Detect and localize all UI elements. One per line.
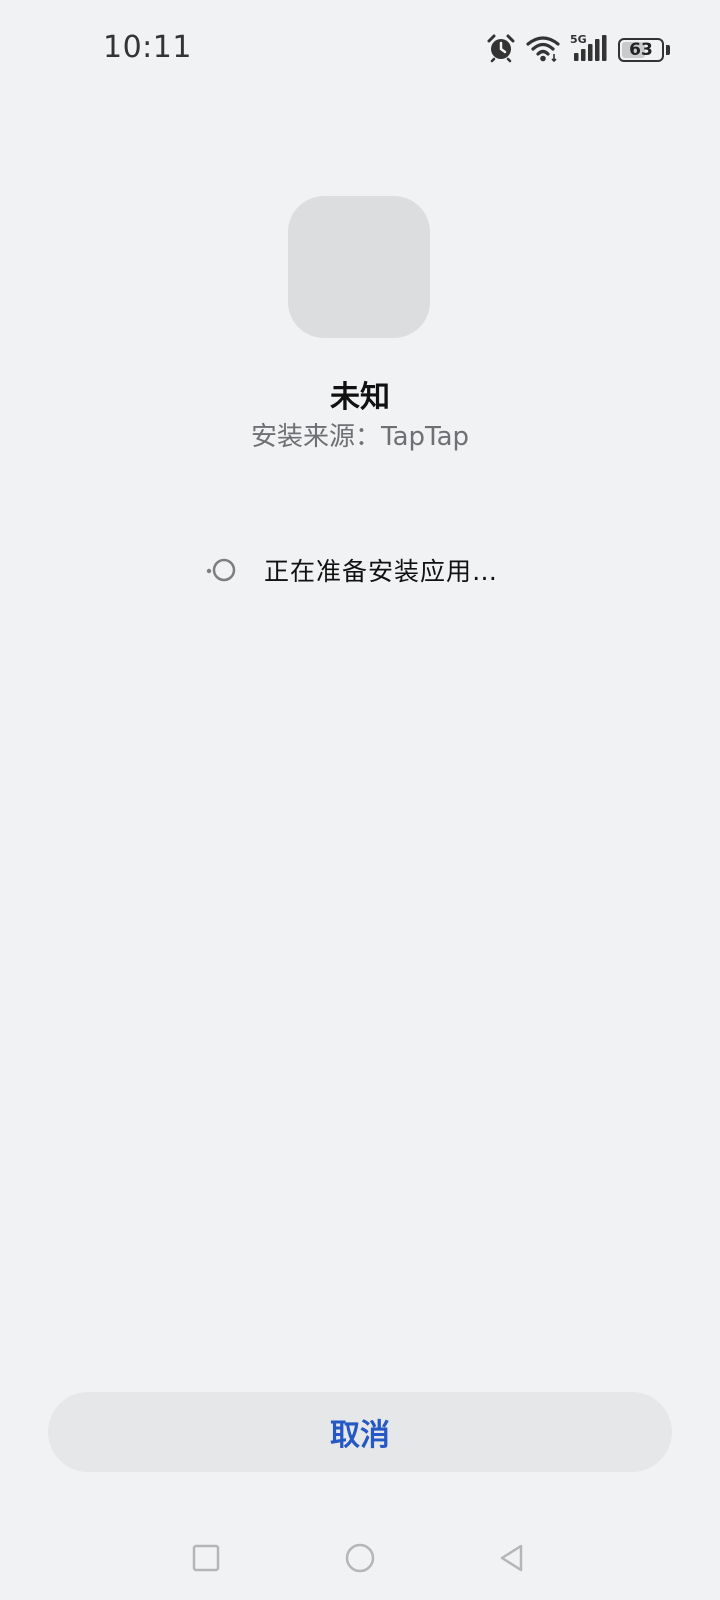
- progress-row: 正在准备安装应用…: [204, 548, 498, 592]
- app-name: 未知: [330, 380, 390, 415]
- progress-text: 正在准备安装应用…: [264, 557, 499, 586]
- status-icons: 5G 63: [486, 32, 670, 68]
- app-icon-placeholder: [288, 196, 430, 338]
- back-triangle-icon: [497, 1543, 527, 1577]
- cancel-button[interactable]: 取消: [48, 1392, 672, 1472]
- install-source: 安装来源：TapTap: [250, 422, 470, 452]
- network-type-label: 5G: [570, 33, 587, 46]
- 5g-signal-icon: 5G: [570, 33, 608, 67]
- navigation-bar: [0, 1520, 720, 1600]
- recents-square-icon: [191, 1543, 221, 1577]
- alarm-icon: [486, 33, 516, 67]
- back-button[interactable]: [490, 1538, 534, 1582]
- loading-spinner-icon: [204, 552, 240, 588]
- battery-icon: 63: [618, 38, 664, 62]
- status-bar: 10:11 5G 63: [0, 0, 720, 96]
- home-button[interactable]: [338, 1538, 382, 1582]
- battery-level: 63: [629, 39, 653, 60]
- recents-button[interactable]: [184, 1538, 228, 1582]
- home-circle-icon: [344, 1542, 376, 1578]
- status-time: 10:11: [103, 30, 192, 65]
- wifi-icon: [526, 34, 560, 66]
- battery-tip: [666, 45, 670, 55]
